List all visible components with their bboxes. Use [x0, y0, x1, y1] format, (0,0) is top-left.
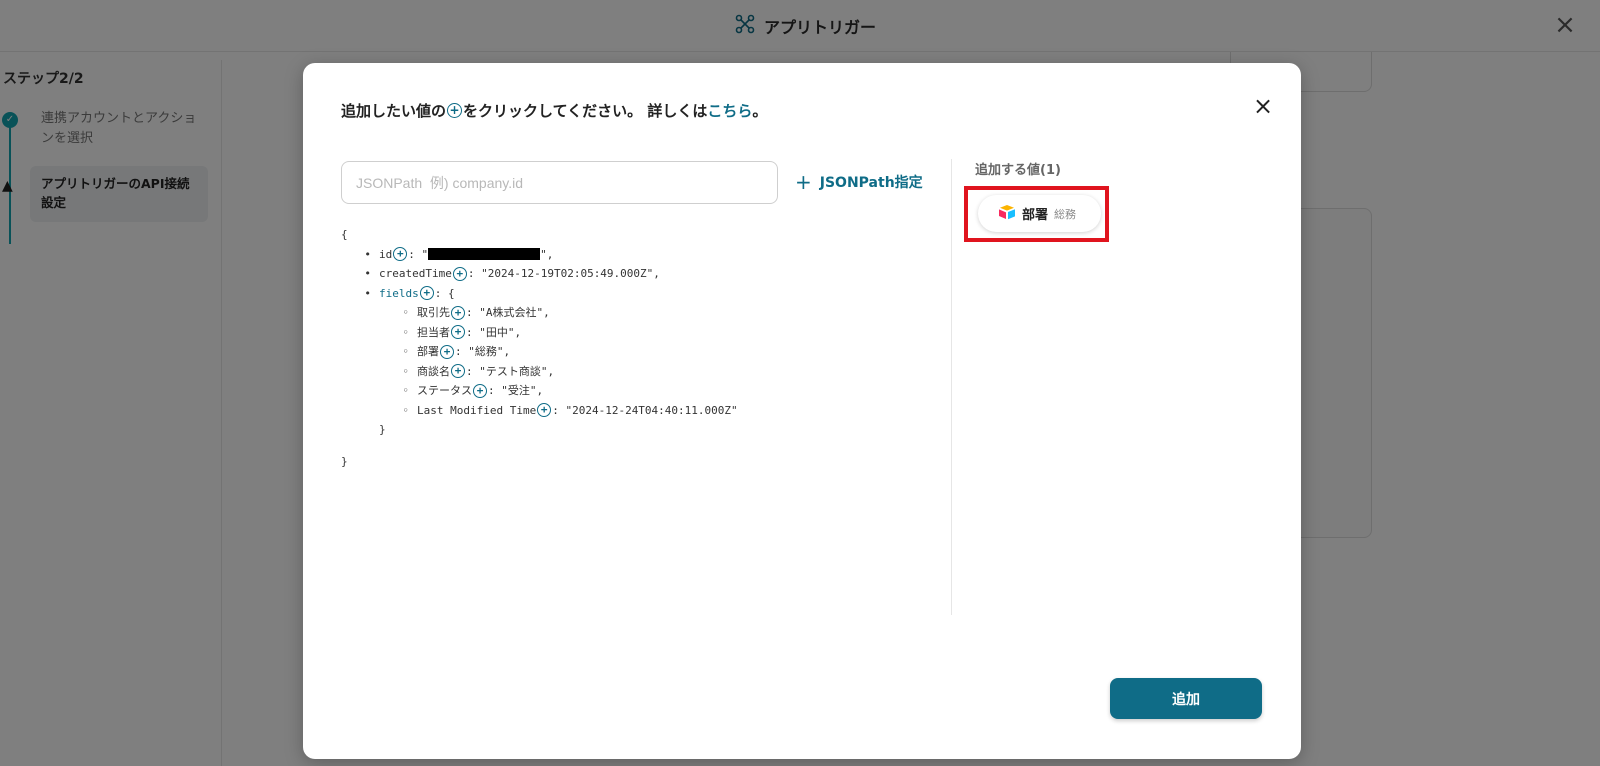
json-field-row: ◦ Last Modified Time + : "2024-12-24T04:… [341, 401, 901, 421]
vertical-divider [951, 159, 952, 615]
json-key: Last Modified Time [417, 403, 537, 417]
redacted-value [428, 248, 541, 261]
json-row: • id + : " ", [341, 245, 901, 265]
json-value: ", [540, 247, 554, 261]
heading-text-1: 追加したい値の [341, 102, 447, 120]
json-fields-close-brace: } [379, 423, 386, 436]
json-field-row: ◦ 部署 + : "総務", [341, 342, 901, 362]
json-value: : "A株式会社", [466, 306, 550, 319]
json-value: : "2024-12-19T02:05:49.000Z", [467, 267, 660, 280]
add-value-icon[interactable]: + [419, 286, 434, 301]
json-field-row: ◦ ステータス + : "受注", [341, 381, 901, 401]
json-value: : { [434, 286, 455, 300]
json-tree: { • id + : " ", • createdTime + : "2024-… [341, 225, 901, 471]
json-key: createdTime [379, 267, 452, 280]
json-value: : "田中", [466, 325, 522, 339]
add-button[interactable]: 追加 [1110, 678, 1262, 719]
jsonpath-button-label: JSONPath指定 [819, 175, 923, 191]
help-link[interactable]: こちら [707, 100, 752, 121]
json-open-brace: { [341, 228, 348, 241]
json-field-row: ◦ 商談名 + : "テスト商談", [341, 362, 901, 382]
json-key: ステータス [417, 384, 472, 397]
add-value-icon[interactable]: + [451, 325, 465, 340]
json-key-expandable[interactable]: fields [379, 284, 419, 304]
json-row: • fields + : { [341, 284, 901, 304]
chip-value: 総務 [1054, 207, 1077, 221]
value-picker-modal: 追加したい値の + をクリックしてください。 詳しくは こちら 。 × + JS… [303, 63, 1301, 759]
airtable-icon [998, 204, 1016, 224]
json-close-brace: } [341, 454, 348, 468]
added-values-title: 追加する値(1) [975, 163, 1061, 178]
json-field-row: ◦ 担当者 + : "田中", [341, 323, 901, 343]
json-value: : "総務", [455, 345, 511, 358]
json-key: id [379, 247, 393, 261]
modal-heading: 追加したい値の + をクリックしてください。 詳しくは こちら 。 [341, 100, 767, 121]
json-key: 取引先 [417, 306, 450, 319]
json-key: 部署 [417, 345, 439, 358]
add-value-icon[interactable]: + [537, 403, 552, 418]
close-icon[interactable]: × [1251, 94, 1275, 119]
jsonpath-input[interactable] [341, 161, 778, 204]
add-value-icon[interactable]: + [452, 266, 467, 281]
json-field-row: ◦ 取引先 + : "A株式会社", [341, 303, 901, 323]
heading-text-2: をクリックしてください。 詳しくは [463, 102, 708, 120]
heading-text-3: 。 [752, 102, 768, 120]
add-value-icon[interactable]: + [451, 364, 465, 379]
add-value-icon[interactable]: + [473, 383, 487, 398]
json-value: : "テスト商談", [466, 364, 555, 378]
plus-icon: + [795, 170, 812, 194]
chip-label: 部署 [1022, 208, 1049, 223]
added-value-chip[interactable]: 部署 総務 [978, 195, 1101, 232]
add-value-icon[interactable]: + [451, 305, 465, 320]
json-row: • createdTime + : "2024-12-19T02:05:49.0… [341, 264, 901, 284]
json-key: 担当者 [417, 325, 450, 339]
add-value-icon[interactable]: + [440, 344, 454, 359]
plus-circle-icon: + [447, 103, 463, 118]
json-separator: : " [408, 247, 429, 261]
add-value-icon[interactable]: + [393, 247, 408, 262]
json-value: : "2024-12-24T04:40:11.000Z" [552, 403, 738, 417]
json-value: : "受注", [488, 384, 544, 397]
json-key: 商談名 [417, 364, 450, 378]
jsonpath-specify-button[interactable]: + JSONPath指定 [795, 169, 923, 195]
